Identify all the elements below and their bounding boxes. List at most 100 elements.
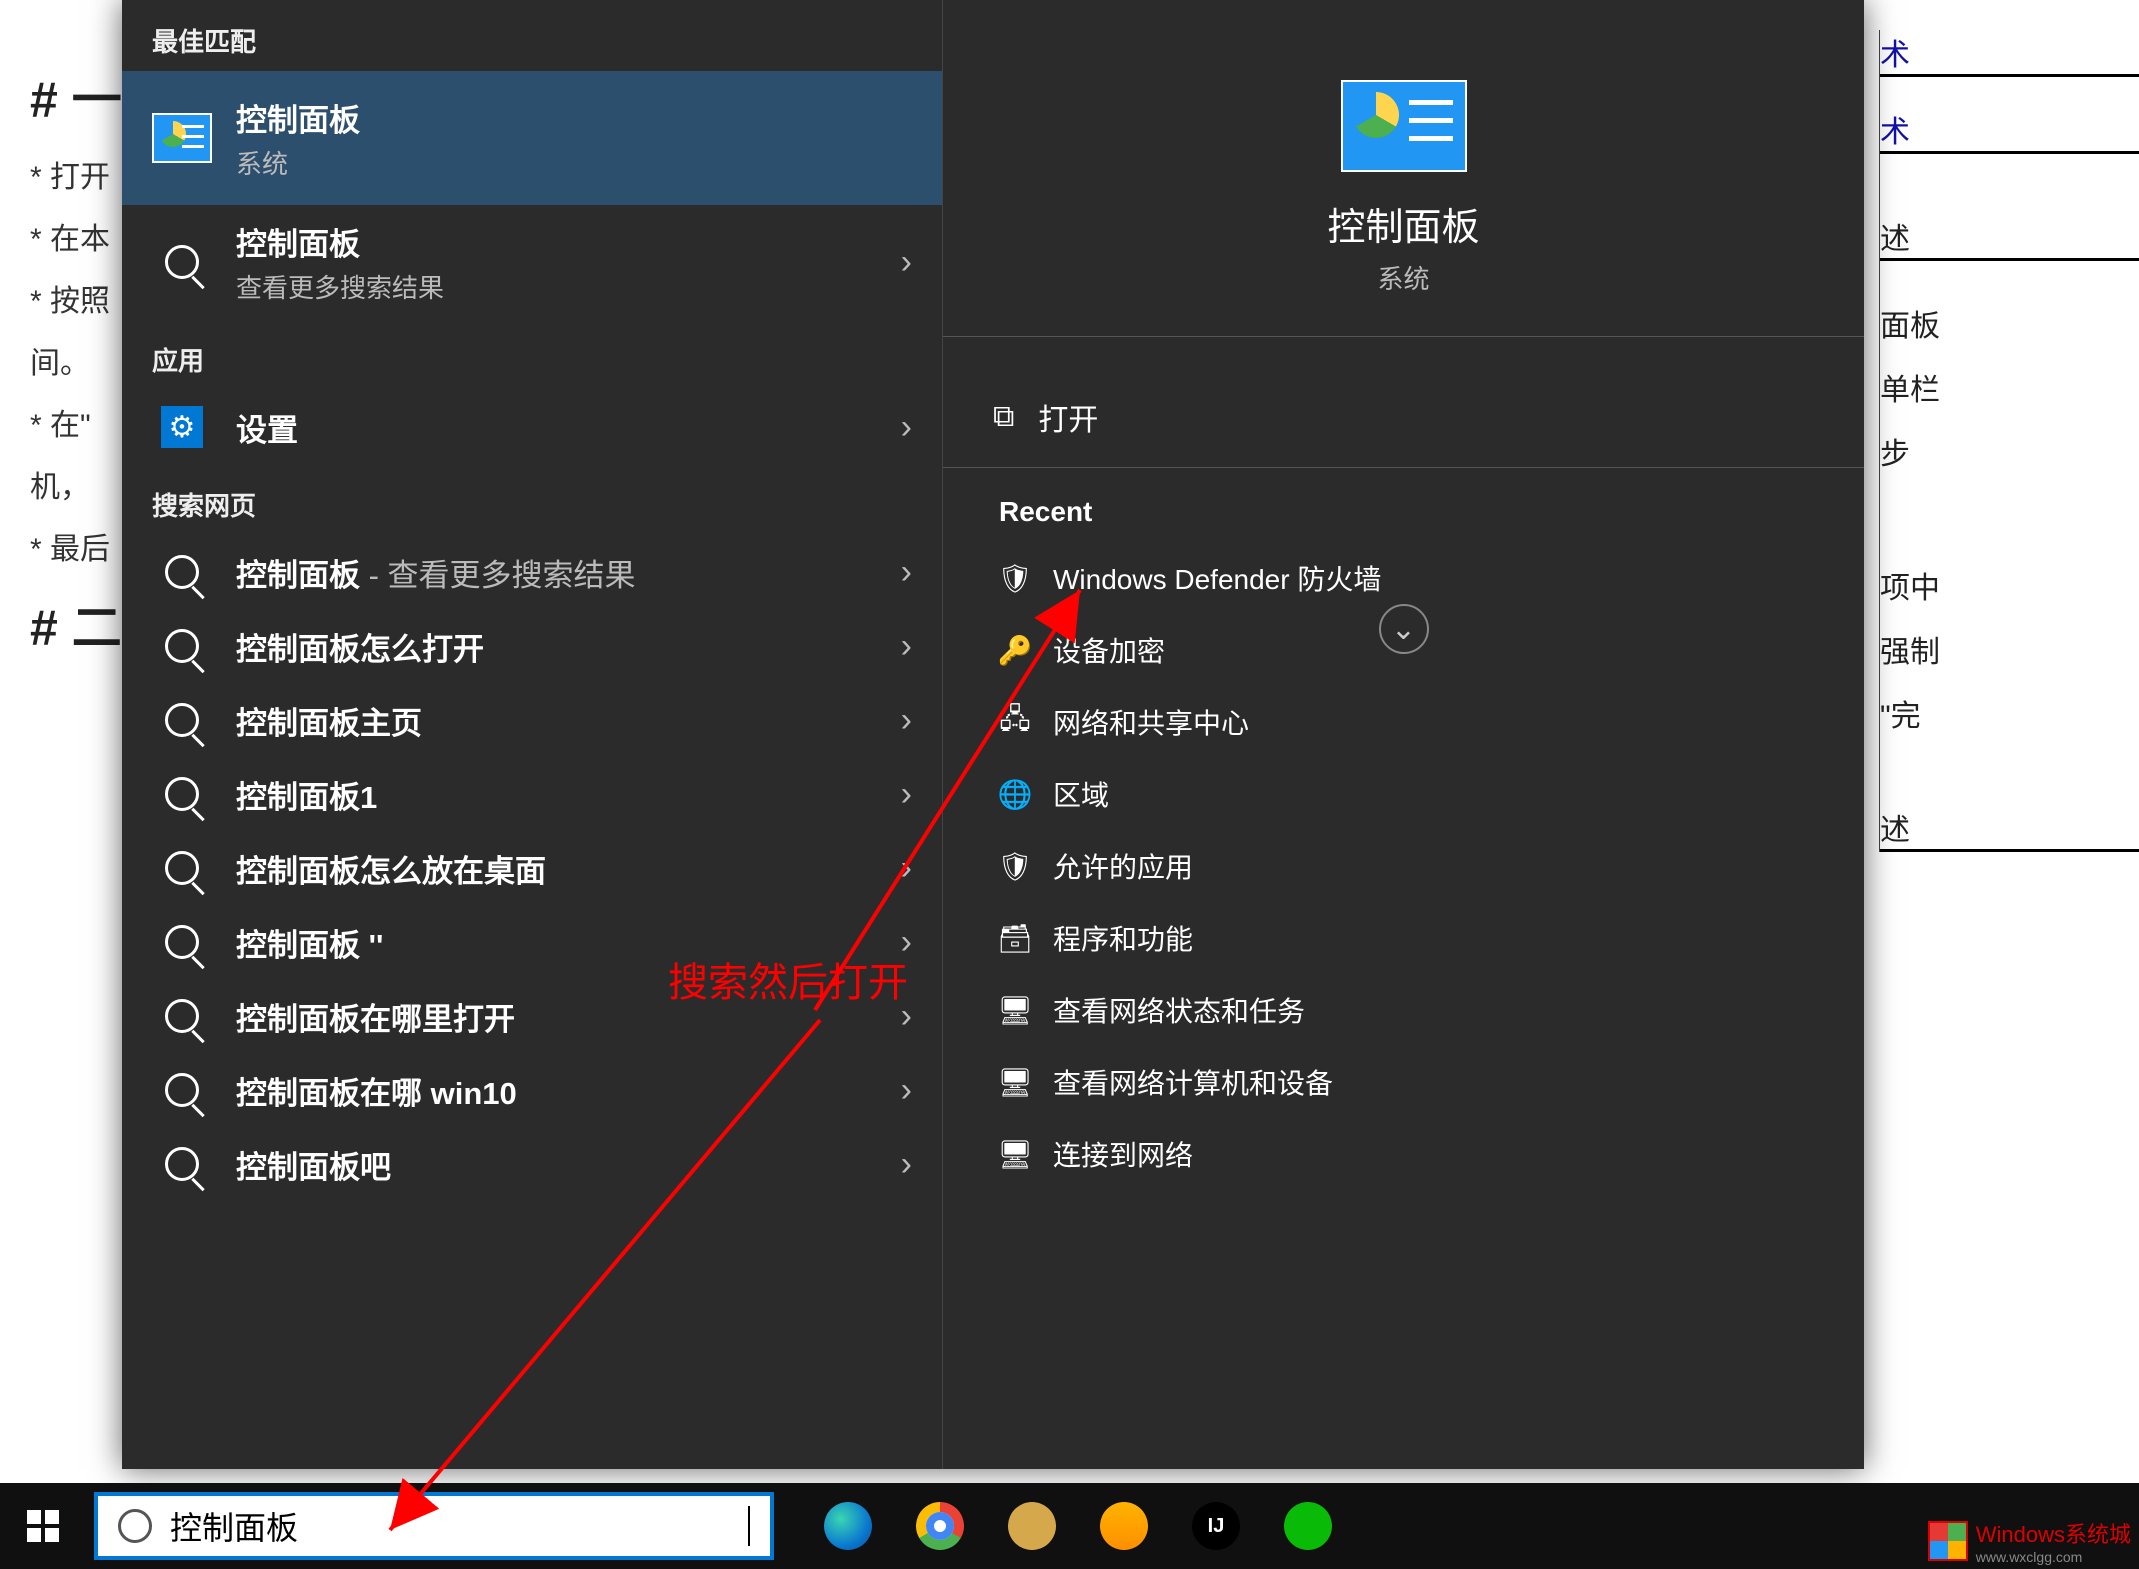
chevron-right-icon: › (901, 775, 912, 814)
search-icon (152, 549, 212, 595)
bg-text: 述 (1880, 805, 2139, 852)
recent-item-label: Windows Defender 防火墙 (1053, 558, 1381, 598)
bg-link[interactable]: 术 (1880, 30, 2139, 77)
search-icon (152, 771, 212, 817)
bg-text: "完 (1880, 691, 2139, 735)
result-title: 控制面板 (236, 219, 444, 264)
bg-text: 步 (1880, 429, 2139, 473)
result-sub: 系统 (236, 144, 360, 181)
bg-text: 单栏 (1880, 365, 2139, 409)
start-search-panel: 最佳匹配 控制面板 系统 控制面板 查看更多搜索结果 › 应用 设置 › 搜索网… (122, 0, 1864, 1469)
chevron-right-icon: › (901, 1071, 912, 1110)
recent-item-label: 设备加密 (1053, 630, 1165, 670)
recent-item-icon: 🖥 (999, 1138, 1031, 1170)
search-results-column: 最佳匹配 控制面板 系统 控制面板 查看更多搜索结果 › 应用 设置 › 搜索网… (122, 0, 942, 1469)
chrome-icon[interactable] (916, 1502, 964, 1550)
web-result[interactable]: 控制面板怎么放在桌面 › (122, 831, 942, 905)
bg-text: 强制 (1880, 627, 2139, 671)
recent-item-icon: 🖥 (999, 1066, 1031, 1098)
open-label: 打开 (1038, 395, 1098, 439)
recent-item-label: 区域 (1053, 774, 1109, 814)
wechat-icon[interactable] (1284, 1502, 1332, 1550)
gear-icon (152, 404, 212, 450)
windows-icon (27, 1510, 59, 1542)
search-icon (152, 1067, 212, 1113)
watermark-sub: www.wxclgg.com (1976, 1549, 2131, 1565)
taskbar-search-box[interactable] (94, 1492, 774, 1560)
intellij-icon[interactable] (1192, 1502, 1240, 1550)
result-title: 控制面板 (236, 95, 360, 140)
file-explorer-icon[interactable] (1100, 1502, 1148, 1550)
recent-item-icon: 🌐 (999, 778, 1031, 810)
clock-app-icon[interactable] (1008, 1502, 1056, 1550)
chevron-right-icon: › (901, 627, 912, 666)
watermark: Windows系统城 www.wxclgg.com (1928, 1517, 2131, 1565)
taskbar-search-input[interactable] (170, 1508, 730, 1545)
recent-item[interactable]: 🌐 区域 (943, 758, 1864, 830)
result-title: 控制面板在哪里打开 (236, 994, 515, 1039)
result-title: 控制面板怎么打开 (236, 624, 484, 669)
annotation-text: 搜索然后打开 (668, 950, 908, 1008)
search-icon (152, 993, 212, 1039)
recent-item-icon: 🖥 (999, 994, 1031, 1026)
recent-item[interactable]: 🖥 查看网络计算机和设备 (943, 1046, 1864, 1118)
web-result[interactable]: 控制面板1 › (122, 757, 942, 831)
search-icon (118, 1509, 152, 1543)
watermark-title: Windows系统城 (1976, 1517, 2131, 1549)
result-title: 控制面板 - 查看更多搜索结果 (236, 550, 636, 595)
recent-item[interactable]: 🖧 网络和共享中心 (943, 686, 1864, 758)
search-icon (152, 697, 212, 743)
search-icon (152, 919, 212, 965)
search-icon (152, 1141, 212, 1187)
recent-item-icon: 🗃 (999, 922, 1031, 954)
result-title: 控制面板1 (236, 772, 377, 817)
recent-item-icon: 🔑 (999, 634, 1031, 666)
bg-right-column: 术 术 述 面板 单栏 步 项中 强制 "完 述 (1879, 30, 2139, 852)
apps-label: 应用 (122, 319, 942, 390)
bg-text: 项中 (1880, 563, 2139, 607)
divider (943, 336, 1864, 337)
search-icon (152, 239, 212, 285)
result-title: 控制面板吧 (236, 1142, 391, 1187)
result-title: 控制面板在哪 win10 (236, 1068, 517, 1113)
preview-pane: 控制面板 系统 ⧉ 打开 ⌄ Recent 🛡 Windows Defender… (942, 0, 1864, 1469)
recent-item-label: 连接到网络 (1053, 1134, 1193, 1174)
control-panel-icon (152, 115, 212, 161)
web-result[interactable]: 控制面板主页 › (122, 683, 942, 757)
taskbar-apps (824, 1502, 1332, 1550)
app-result-settings[interactable]: 设置 › (122, 390, 942, 464)
recent-item-icon: 🛡 (999, 562, 1031, 594)
chevron-right-icon: › (901, 408, 912, 447)
chevron-right-icon: › (901, 553, 912, 592)
result-title: 控制面板 '' (236, 920, 383, 965)
web-result[interactable]: 控制面板在哪 win10 › (122, 1053, 942, 1127)
web-result[interactable]: 控制面板怎么打开 › (122, 609, 942, 683)
recent-item[interactable]: 🖥 查看网络状态和任务 (943, 974, 1864, 1046)
recent-item-label: 网络和共享中心 (1053, 702, 1249, 742)
open-action[interactable]: ⧉ 打开 (943, 377, 1864, 457)
recent-item-label: 查看网络状态和任务 (1053, 990, 1305, 1030)
search-icon (152, 845, 212, 891)
recent-item[interactable]: 🛡 允许的应用 (943, 830, 1864, 902)
recent-item-label: 允许的应用 (1053, 846, 1193, 886)
bg-link[interactable]: 术 (1880, 107, 2139, 154)
result-title: 设置 (236, 405, 298, 450)
result-sub: 查看更多搜索结果 (236, 268, 444, 305)
bg-text: 述 (1880, 214, 2139, 261)
recent-item[interactable]: 🖥 连接到网络 (943, 1118, 1864, 1190)
preview-title: 控制面板 (1327, 196, 1479, 251)
recent-item[interactable]: 🗃 程序和功能 (943, 902, 1864, 974)
edge-icon[interactable] (824, 1502, 872, 1550)
start-button[interactable] (0, 1483, 86, 1569)
best-match-result[interactable]: 控制面板 系统 (122, 71, 942, 205)
web-result[interactable]: 控制面板 - 查看更多搜索结果 › (122, 535, 942, 609)
see-more-results[interactable]: 控制面板 查看更多搜索结果 › (122, 205, 942, 319)
chevron-right-icon: › (901, 243, 912, 282)
chevron-right-icon: › (901, 849, 912, 888)
web-result[interactable]: 控制面板吧 › (122, 1127, 942, 1201)
chevron-right-icon: › (901, 701, 912, 740)
recent-item-icon: 🖧 (999, 706, 1031, 738)
search-icon (152, 623, 212, 669)
text-cursor (748, 1506, 750, 1546)
expand-button[interactable]: ⌄ (1379, 604, 1429, 654)
